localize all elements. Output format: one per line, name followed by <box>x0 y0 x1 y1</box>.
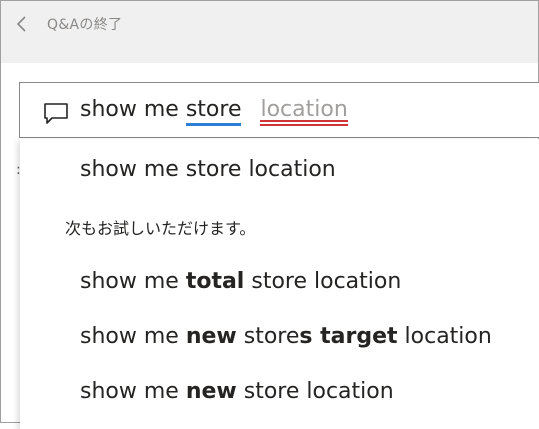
suggestion-keyword: total <box>185 269 245 294</box>
exit-qna-label: Q&Aの終了 <box>47 17 123 33</box>
suggestions-hint: 次もお試しいただけます。 <box>65 219 256 238</box>
suggestion-keyword: s target <box>299 324 398 349</box>
suggestion-text: show me <box>80 324 186 349</box>
suggestion-text: store location <box>244 269 402 294</box>
suggestion-keyword: new <box>185 379 237 404</box>
chat-bubble-icon <box>44 103 68 124</box>
suggestions-dropdown: show me store location 次もお試しいただけます。 show… <box>20 139 539 429</box>
chevron-left-icon <box>16 16 26 32</box>
suggestion-text: show me <box>80 379 186 404</box>
suggestion-text: location <box>397 324 492 349</box>
suggestion-text: store <box>236 324 300 349</box>
question-typed-text: show me <box>80 97 179 122</box>
unrecognized-term[interactable]: location <box>260 97 349 126</box>
suggestion-item[interactable]: show me new store location <box>80 379 394 404</box>
suggestion-keyword: new <box>185 324 237 349</box>
exit-qna-button[interactable]: Q&Aの終了 <box>15 11 122 37</box>
suggestion-item[interactable]: show me new stores target location <box>80 324 492 349</box>
suggestion-text: show me <box>80 269 186 294</box>
suggestion-item[interactable]: show me total store location <box>80 269 401 294</box>
question-text[interactable]: show me store location <box>80 97 349 126</box>
suggestion-item[interactable]: show me store location <box>80 157 336 182</box>
top-bar: Q&Aの終了 <box>1 1 538 63</box>
question-input[interactable]: show me store location <box>19 82 539 138</box>
recognized-term[interactable]: store <box>185 97 242 126</box>
suggestion-text: store location <box>236 379 394 404</box>
